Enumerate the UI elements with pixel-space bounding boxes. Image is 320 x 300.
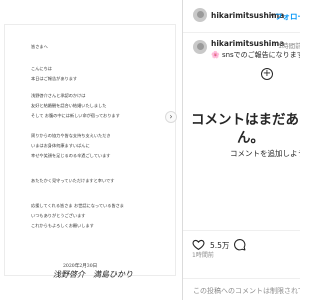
post-image-area: 皆さまへ こんにちは 本日はご報告があります 浅野啓介さんと承認のかけは 友好と… (0, 0, 182, 300)
follow-button[interactable]: フォロー (275, 11, 300, 22)
caption-username[interactable]: hikarimitsushima (211, 39, 284, 48)
post-header: hikarimitsushima • フォロー (183, 0, 300, 33)
chevron-right-icon: › (169, 112, 173, 121)
signature-right: 満島ひかり (93, 270, 133, 279)
letter-line: 浅野啓介さんと承認のかけは (31, 93, 86, 98)
comment-icon[interactable] (233, 238, 246, 251)
signature-left: 浅野啓介 (53, 270, 85, 279)
caption-text: snsでのご報告になりますが (221, 51, 300, 59)
letter-image: 皆さまへ こんにちは 本日はご報告があります 浅野啓介さんと承認のかけは 友好と… (4, 24, 176, 279)
plus-circle-icon[interactable]: + (261, 68, 273, 80)
letter-line: いつもありがとうございます (31, 213, 86, 218)
no-comments-title: コメントはまだありませ ん。 (191, 111, 300, 147)
letter-line: 皆さまへ (31, 44, 48, 49)
next-image-button[interactable]: › (165, 111, 177, 123)
no-comments-title-line: コメントはまだありませ (191, 112, 300, 128)
letter-line: そして お腹の中には新しい命が宿っております (31, 113, 120, 118)
letter-line: これからもよろしくお願いします (31, 223, 94, 228)
restricted-text: この投稿へのコメントは制限されています。 (193, 287, 300, 295)
letter-line: 周りからの協力や皆な支持ち支えいただき (31, 133, 111, 138)
avatar[interactable] (193, 8, 207, 22)
letter-line: 幸せや笑顔を足じるのる辛過ごしています (31, 153, 111, 158)
post-time: 1時間前 (192, 252, 214, 259)
post-sidebar: hikarimitsushima • フォロー hikarimitsushima… (183, 0, 300, 300)
post-caption: hikarimitsushima 1時間前 🌸 snsでのご報告になりますが (183, 33, 300, 65)
caption-time: 1時間前 (278, 42, 300, 50)
caption-avatar[interactable] (193, 40, 207, 54)
letter-line: 本日はご報告があります (31, 76, 78, 81)
add-comment-hint: コメントを追加しよう... (230, 149, 300, 158)
letter-line: いまはお身体何康ますいばんに (31, 143, 90, 148)
letter-line: 応援してくれる皆さま お世話になっている皆さま (31, 203, 124, 208)
letter-line: あたたかく見守っていただけますと幸いです (31, 178, 115, 183)
letter-line: 友好と結婚観を話合い結婚いたしました (31, 103, 107, 108)
flower-icon: 🌸 (211, 51, 220, 59)
header-separator: • (270, 11, 275, 20)
no-comments-title-line: ん。 (237, 130, 264, 146)
comments-restricted-notice: この投稿へのコメントは制限されています。 (183, 278, 300, 300)
caption-text-row: 🌸 snsでのご報告になりますが (211, 50, 300, 60)
letter-line: こんにちは (31, 66, 52, 71)
